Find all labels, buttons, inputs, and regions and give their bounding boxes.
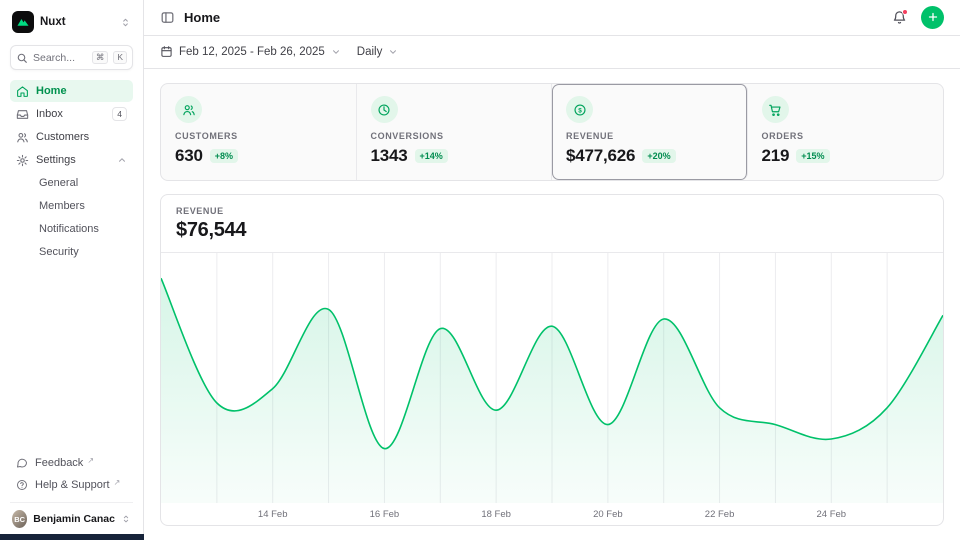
svg-text:24 Feb: 24 Feb	[816, 509, 846, 520]
revenue-chart-card: REVENUE $76,544 14 Feb 16 Feb 18 Feb 20 Feb…	[160, 194, 944, 526]
feedback-icon	[16, 457, 28, 469]
add-button[interactable]	[921, 6, 944, 29]
stat-label: CUSTOMERS	[175, 131, 342, 141]
dollar-icon: $	[566, 96, 593, 123]
devtools-strip	[0, 534, 144, 540]
sidebar: Nuxt Search... ⌘ K Home	[0, 0, 144, 540]
page-header: Home	[144, 0, 960, 36]
stat-value: 630	[175, 146, 203, 166]
sidebar-item-label: Settings	[36, 154, 110, 166]
chevron-down-icon	[331, 47, 341, 57]
sidebar-item-label: Inbox	[36, 108, 105, 120]
home-icon	[16, 85, 29, 98]
stat-delta-badge: +20%	[642, 149, 675, 163]
subitem-label: General	[39, 177, 78, 189]
feedback-link[interactable]: Feedback ↗	[10, 452, 133, 474]
filters-toolbar: Feb 12, 2025 - Feb 26, 2025 Daily	[144, 36, 960, 69]
kbd-cmd: ⌘	[92, 51, 109, 64]
stat-value: 219	[762, 146, 790, 166]
help-icon	[16, 479, 28, 491]
subitem-label: Security	[39, 246, 79, 258]
chart-value: $76,544	[176, 219, 928, 242]
user-menu[interactable]: BC Benjamin Canac	[10, 502, 133, 534]
stat-value: 1343	[371, 146, 408, 166]
date-range-label: Feb 12, 2025 - Feb 26, 2025	[179, 46, 325, 58]
help-support-link[interactable]: Help & Support ↗	[10, 474, 133, 496]
sidebar-item-customers[interactable]: Customers	[10, 126, 133, 148]
period-select[interactable]: Daily	[357, 46, 399, 58]
svg-text:18 Feb: 18 Feb	[481, 509, 511, 520]
page-title: Home	[184, 10, 220, 25]
chart-label: REVENUE	[176, 206, 928, 216]
stat-label: ORDERS	[762, 131, 930, 141]
sidebar-item-label: Home	[36, 85, 127, 97]
users-icon	[175, 96, 202, 123]
cart-icon	[762, 96, 789, 123]
stat-delta-badge: +15%	[796, 149, 829, 163]
stat-label: REVENUE	[566, 131, 733, 141]
feedback-label: Feedback	[35, 457, 83, 469]
gear-icon	[16, 154, 29, 167]
panel-toggle-icon[interactable]	[160, 10, 175, 25]
sidebar-subitem-security[interactable]: Security	[10, 241, 133, 263]
dashboard-content: CUSTOMERS 630 +8% CONVERSIONS 1343 +14%	[144, 69, 960, 540]
conversions-icon	[371, 96, 398, 123]
sidebar-subitem-members[interactable]: Members	[10, 195, 133, 217]
svg-text:20 Feb: 20 Feb	[593, 509, 623, 520]
workspace-name: Nuxt	[40, 16, 114, 28]
chart-plot-area[interactable]: 14 Feb 16 Feb 18 Feb 20 Feb 22 Feb 24 Feb	[161, 253, 943, 525]
stat-delta-badge: +8%	[210, 149, 238, 163]
sidebar-subitem-notifications[interactable]: Notifications	[10, 218, 133, 240]
kbd-k: K	[113, 51, 127, 64]
external-link-icon: ↗	[114, 478, 121, 487]
svg-text:$: $	[578, 107, 582, 114]
sidebar-item-inbox[interactable]: Inbox 4	[10, 103, 133, 125]
sidebar-nav: Home Inbox 4 Customers Settings	[10, 80, 133, 263]
stats-row: CUSTOMERS 630 +8% CONVERSIONS 1343 +14%	[160, 83, 944, 181]
search-icon	[16, 52, 28, 64]
search-placeholder: Search...	[33, 52, 87, 64]
subitem-label: Notifications	[39, 223, 99, 235]
inbox-count-badge: 4	[112, 107, 127, 121]
app-root: Nuxt Search... ⌘ K Home	[0, 0, 960, 540]
sidebar-spacer	[10, 263, 133, 452]
main-area: Home Feb 12, 2025 - Feb 26, 2025	[144, 0, 960, 540]
sidebar-item-settings[interactable]: Settings	[10, 149, 133, 171]
help-support-label: Help & Support	[35, 479, 110, 491]
calendar-icon	[160, 45, 173, 58]
date-range-picker[interactable]: Feb 12, 2025 - Feb 26, 2025	[160, 45, 341, 58]
subitem-label: Members	[39, 200, 85, 212]
stat-card-customers[interactable]: CUSTOMERS 630 +8%	[161, 84, 357, 180]
svg-text:16 Feb: 16 Feb	[370, 509, 400, 520]
chevrons-updown-icon	[120, 17, 131, 28]
external-link-icon: ↗	[87, 456, 94, 465]
inbox-icon	[16, 108, 29, 121]
stat-card-orders[interactable]: ORDERS 219 +15%	[748, 84, 944, 180]
search-input[interactable]: Search... ⌘ K	[10, 45, 133, 70]
chevrons-updown-icon	[121, 514, 131, 524]
stat-value: $477,626	[566, 146, 635, 166]
stat-card-conversions[interactable]: CONVERSIONS 1343 +14%	[357, 84, 553, 180]
chevron-down-icon	[388, 47, 398, 57]
svg-text:14 Feb: 14 Feb	[258, 509, 288, 520]
svg-text:22 Feb: 22 Feb	[705, 509, 735, 520]
users-icon	[16, 131, 29, 144]
avatar: BC	[12, 510, 27, 528]
stat-card-revenue[interactable]: $ REVENUE $477,626 +20%	[552, 84, 748, 180]
notification-dot	[902, 9, 908, 15]
user-name: Benjamin Canac	[33, 513, 115, 525]
chart-header: REVENUE $76,544	[161, 195, 943, 253]
chevron-up-icon	[117, 155, 127, 165]
period-label: Daily	[357, 46, 383, 58]
nuxt-logo-icon	[12, 11, 34, 33]
sidebar-item-home[interactable]: Home	[10, 80, 133, 102]
sidebar-item-label: Customers	[36, 131, 127, 143]
revenue-area-chart: 14 Feb 16 Feb 18 Feb 20 Feb 22 Feb 24 Feb	[161, 253, 943, 525]
stat-label: CONVERSIONS	[371, 131, 538, 141]
stat-delta-badge: +14%	[415, 149, 448, 163]
workspace-switcher[interactable]: Nuxt	[10, 9, 133, 37]
sidebar-subitem-general[interactable]: General	[10, 172, 133, 194]
notifications-button[interactable]	[892, 10, 907, 25]
